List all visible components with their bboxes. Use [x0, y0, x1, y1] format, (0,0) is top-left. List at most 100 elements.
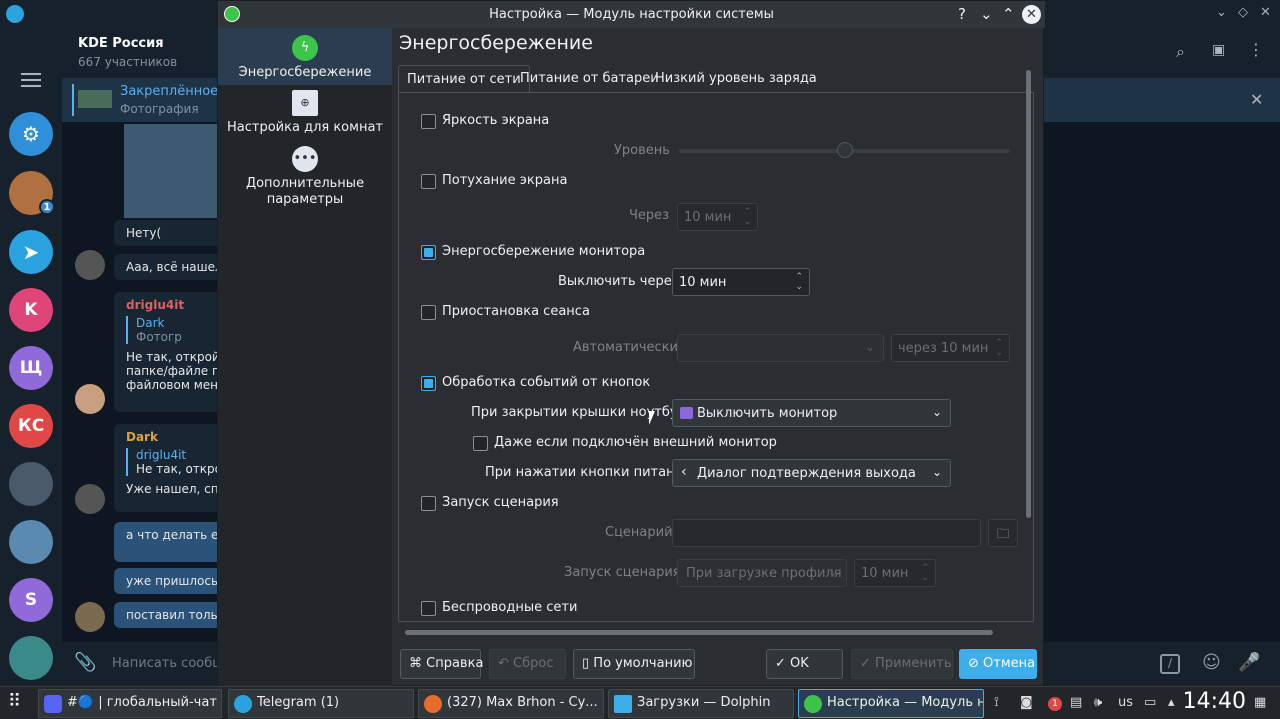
tray-expand-icon[interactable]: ▴	[1168, 695, 1175, 710]
telegram-icon	[6, 5, 24, 23]
avatar-ks[interactable]: КС	[9, 404, 53, 448]
reset-button[interactable]: ↶ Сброс	[489, 649, 566, 679]
script-run-combo[interactable]: При загрузке профиля ⌄	[677, 559, 847, 587]
show-desktop-icon[interactable]: ▦	[1254, 695, 1266, 710]
avatar-k[interactable]: K	[9, 288, 53, 332]
message[interactable]: driglu4it Dark Фотогр Не так, открой , па…	[114, 292, 222, 412]
task-firefox[interactable]: (327) Max Brhon - Су...	[418, 689, 604, 718]
commands-icon[interactable]: /	[1160, 654, 1180, 674]
avatar-chat[interactable]: 1	[9, 171, 55, 215]
emoji-icon[interactable]: ☺	[1202, 652, 1221, 673]
brightness-checkbox[interactable]	[421, 114, 436, 129]
clipboard-icon[interactable]: ▤	[1070, 695, 1082, 710]
avatar-photo-3[interactable]	[9, 636, 53, 680]
attach-icon[interactable]: 📎	[74, 652, 96, 673]
close-pinned-icon[interactable]: ✕	[1250, 90, 1263, 109]
run-script-checkbox[interactable]	[421, 496, 436, 511]
message[interactable]: поставил тольк	[114, 602, 222, 628]
avatar-photo-1[interactable]	[9, 462, 53, 506]
diamond-icon[interactable]: ◇	[1238, 5, 1248, 20]
message[interactable]: Ааа, всё нашел)	[114, 254, 222, 280]
avatar-s[interactable]: S	[9, 578, 53, 622]
app-launcher-icon[interactable]: ⠿	[8, 691, 21, 712]
volume-icon[interactable]: 🕪	[1094, 695, 1102, 710]
discord-tray-icon[interactable]: ◙	[1020, 695, 1033, 710]
search-icon[interactable]: ⌕	[1176, 42, 1185, 62]
suspend-mode-combo[interactable]: ⌄	[677, 334, 884, 362]
network-icon[interactable]: ▭	[1144, 695, 1156, 710]
tab-ac-power[interactable]: Питание от сети	[398, 65, 530, 93]
chevron-down-icon: ⌄	[864, 340, 875, 354]
cancel-button[interactable]: ⊘ Отмена	[959, 649, 1037, 679]
sender-avatar[interactable]	[75, 250, 105, 280]
message-photo[interactable]	[124, 124, 218, 218]
avatar-telegram[interactable]: ➤	[9, 230, 53, 274]
slider-handle[interactable]	[836, 142, 853, 158]
ok-button[interactable]: ✓ OK	[766, 649, 843, 679]
taskbar: ⠿ #🔵 | глобальный-чат - ... Telegram (1)…	[0, 686, 1280, 719]
close-icon[interactable]: ✕	[1260, 5, 1271, 20]
sidebar-item-energy[interactable]: ϟ Энергосбережение	[218, 28, 392, 85]
sender-avatar[interactable]	[75, 484, 105, 514]
sidebar-toggle-icon[interactable]: ▣	[1212, 42, 1225, 58]
clock[interactable]: 14:40	[1183, 689, 1246, 714]
tab-battery[interactable]: Питание от батареи	[512, 65, 667, 93]
document-globe-icon: ⊕	[292, 90, 318, 116]
avatar-shch[interactable]: Щ	[9, 346, 53, 390]
apply-button[interactable]: ✓ Применить	[851, 649, 953, 679]
message[interactable]: Нету(	[114, 220, 222, 246]
spin-arrows-icon: ⌃ ⌄	[921, 563, 929, 583]
screen-dim-spinbox[interactable]: 10 мин ⌃ ⌄	[677, 203, 758, 231]
spin-arrows-icon: ⌃ ⌄	[795, 272, 803, 292]
avatar-kde[interactable]: ⚙	[9, 112, 53, 156]
sidebar-item-rooms[interactable]: ⊕ Настройка для комнат	[218, 90, 392, 142]
mouse-cursor	[649, 411, 655, 425]
horizontal-scrollbar[interactable]	[405, 630, 993, 635]
message-input[interactable]: Написать сообще	[112, 656, 233, 671]
sender-avatar[interactable]	[75, 384, 105, 414]
microphone-icon[interactable]: 🎤	[1238, 652, 1260, 673]
help-icon[interactable]: ?	[958, 5, 966, 23]
power-button-combo[interactable]: ‹ Диалог подтверждения выхода ⌄	[672, 459, 951, 487]
page-title: Энергосбережение	[399, 32, 593, 54]
folder-open-icon[interactable]: 🗀	[988, 519, 1018, 547]
task-dolphin[interactable]: Загрузки — Dolphin	[608, 689, 794, 718]
task-discord[interactable]: #🔵 | глобальный-чат - ...	[38, 689, 222, 718]
suspend-delay-spinbox[interactable]: через 10 мин ⌃ ⌄	[891, 334, 1010, 362]
maximize-icon[interactable]: ⌃	[1002, 5, 1015, 23]
lid-close-combo[interactable]: Выключить монитор ⌄	[672, 399, 951, 427]
monitor-off-spinbox[interactable]: 10 мин ⌃ ⌄	[672, 268, 810, 296]
help-button[interactable]: ⌘ Справка	[400, 649, 483, 679]
message[interactable]: а что делать ес	[114, 522, 222, 562]
monitor-saving-checkbox[interactable]	[421, 245, 436, 260]
message[interactable]: уже пришлось с	[114, 568, 222, 594]
monitor-saving-label: Энергосбережение монитора	[442, 244, 646, 259]
wireless-checkbox[interactable]	[421, 601, 436, 616]
script-run-label: Запуск сценария	[564, 565, 681, 580]
chevron-down-icon[interactable]: ⌄	[1216, 5, 1227, 20]
vertical-scrollbar[interactable]	[1026, 70, 1031, 518]
notification-badge[interactable]: 1	[1048, 697, 1062, 711]
script-delay-spinbox[interactable]: 10 мин ⌃ ⌄	[854, 559, 936, 587]
avatar-photo-2[interactable]	[9, 520, 53, 564]
suspend-checkbox[interactable]	[421, 305, 436, 320]
keyboard-layout[interactable]: us	[1118, 695, 1133, 710]
more-vertical-icon[interactable]: ⋮	[1248, 40, 1264, 59]
message[interactable]: Dark driglu4it Не так, открой Уже нашел, …	[114, 424, 222, 512]
screen-dim-checkbox[interactable]	[421, 174, 436, 189]
sidebar-item-advanced[interactable]: ••• Дополнительные параметры	[218, 146, 392, 210]
hamburger-menu-icon[interactable]	[21, 73, 41, 91]
close-window-button[interactable]: ✕	[1022, 5, 1041, 24]
button-events-checkbox[interactable]	[421, 376, 436, 391]
minimize-icon[interactable]: ⌄	[980, 5, 993, 23]
external-monitor-checkbox[interactable]	[473, 436, 488, 451]
brightness-slider[interactable]	[679, 142, 1010, 158]
cast-icon[interactable]: ⟟	[994, 695, 999, 710]
defaults-button[interactable]: ▯ По умолчанию	[573, 649, 695, 679]
tab-low-battery[interactable]: Низкий уровень заряда	[647, 65, 825, 93]
task-settings[interactable]: Настройка — Модуль н...	[798, 689, 984, 718]
task-telegram[interactable]: Telegram (1)	[228, 689, 414, 718]
script-path-input[interactable]	[672, 519, 981, 547]
run-script-label: Запуск сценария	[442, 495, 559, 510]
sender-avatar[interactable]	[75, 602, 105, 632]
